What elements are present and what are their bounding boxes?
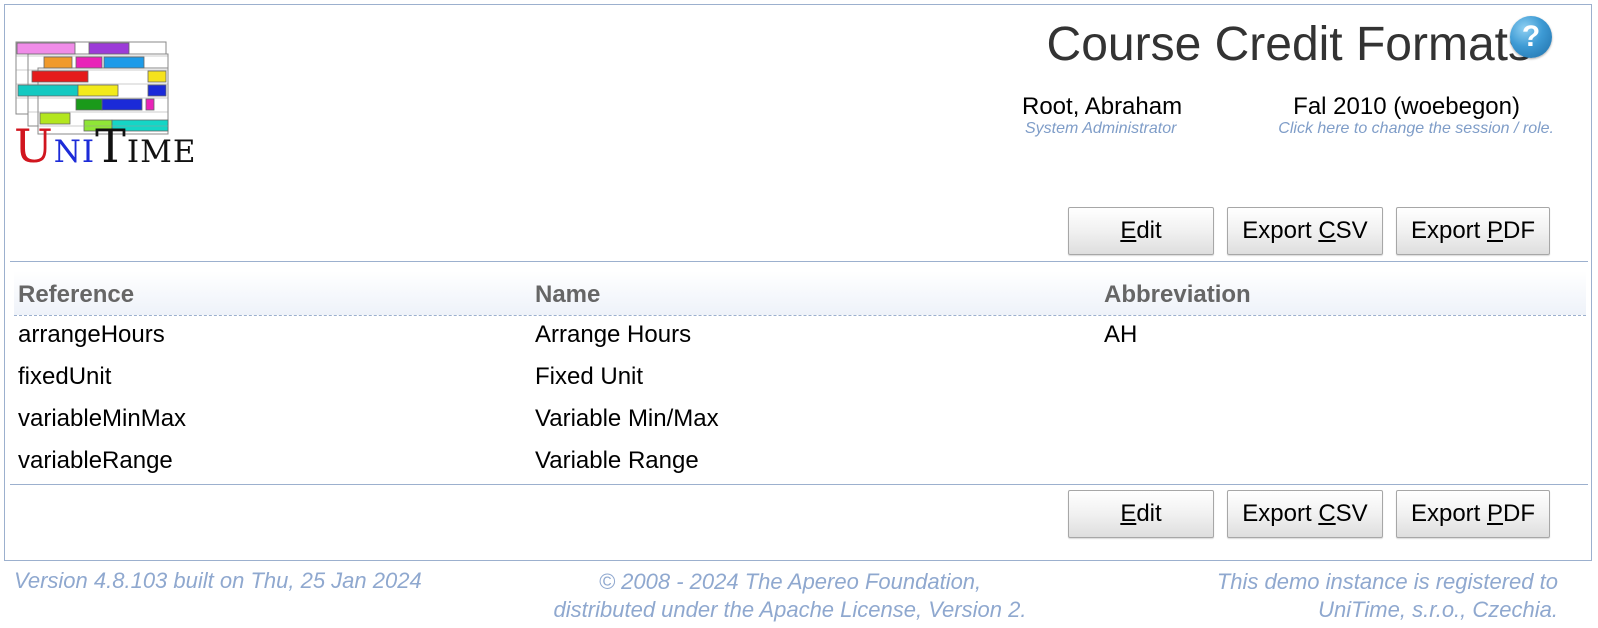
divider xyxy=(10,261,1588,262)
cell-abbreviation: AH xyxy=(1104,321,1138,348)
copyright-line[interactable]: © 2008 - 2024 The Apereo Foundation, xyxy=(530,568,1050,596)
page-title: Course Credit Formats xyxy=(1046,18,1532,71)
column-header-reference[interactable]: Reference xyxy=(18,281,134,309)
copyright-info: © 2008 - 2024 The Apereo Foundation, dis… xyxy=(530,568,1050,624)
version-info: Version 4.8.103 built on Thu, 25 Jan 202… xyxy=(14,568,422,593)
registration-owner-line[interactable]: UniTime, s.r.o., Czechia. xyxy=(1217,596,1558,624)
user-name[interactable]: Root, Abraham xyxy=(1022,93,1182,121)
question-mark-icon[interactable]: ? xyxy=(1510,16,1552,58)
export-pdf-button[interactable]: Export P DF xyxy=(1396,490,1550,538)
cell-name: Variable Range xyxy=(535,447,699,474)
cell-reference: variableRange xyxy=(18,447,173,474)
unitime-wordmark: UNITIME xyxy=(14,119,197,173)
session-name[interactable]: Fal 2010 (woebegon) xyxy=(1293,93,1520,121)
edit-button[interactable]: Edit xyxy=(1068,207,1214,255)
registration-info: This demo instance is registered to UniT… xyxy=(1217,568,1558,624)
table-row[interactable]: arrangeHours Arrange Hours AH xyxy=(14,320,1586,360)
edit-button[interactable]: Edit xyxy=(1068,490,1214,538)
table-row[interactable]: variableRange Variable Range xyxy=(14,446,1586,486)
cell-name: Arrange Hours xyxy=(535,321,692,348)
registration-line: This demo instance is registered to xyxy=(1216,569,1558,594)
export-csv-button[interactable]: Export C SV xyxy=(1227,207,1383,255)
export-csv-button[interactable]: Export C SV xyxy=(1227,490,1383,538)
cell-name: Variable Min/Max xyxy=(535,405,719,432)
table-row[interactable]: fixedUnit Fixed Unit xyxy=(14,362,1586,402)
cell-reference: fixedUnit xyxy=(18,363,112,390)
export-pdf-button[interactable]: Export P DF xyxy=(1396,207,1550,255)
license-line[interactable]: distributed under the Apache License, Ve… xyxy=(530,596,1050,624)
table-header: Reference Name Abbreviation xyxy=(14,271,1586,316)
table-row[interactable]: variableMinMax Variable Min/Max xyxy=(14,404,1586,444)
column-header-abbreviation[interactable]: Abbreviation xyxy=(1104,281,1251,309)
cell-name: Fixed Unit xyxy=(535,363,644,390)
divider xyxy=(10,484,1588,485)
column-header-name[interactable]: Name xyxy=(535,281,600,309)
cell-reference: arrangeHours xyxy=(18,321,165,348)
session-change-hint[interactable]: Click here to change the session / role. xyxy=(1278,120,1554,138)
user-role[interactable]: System Administrator xyxy=(1025,120,1176,138)
cell-reference: variableMinMax xyxy=(18,405,187,432)
